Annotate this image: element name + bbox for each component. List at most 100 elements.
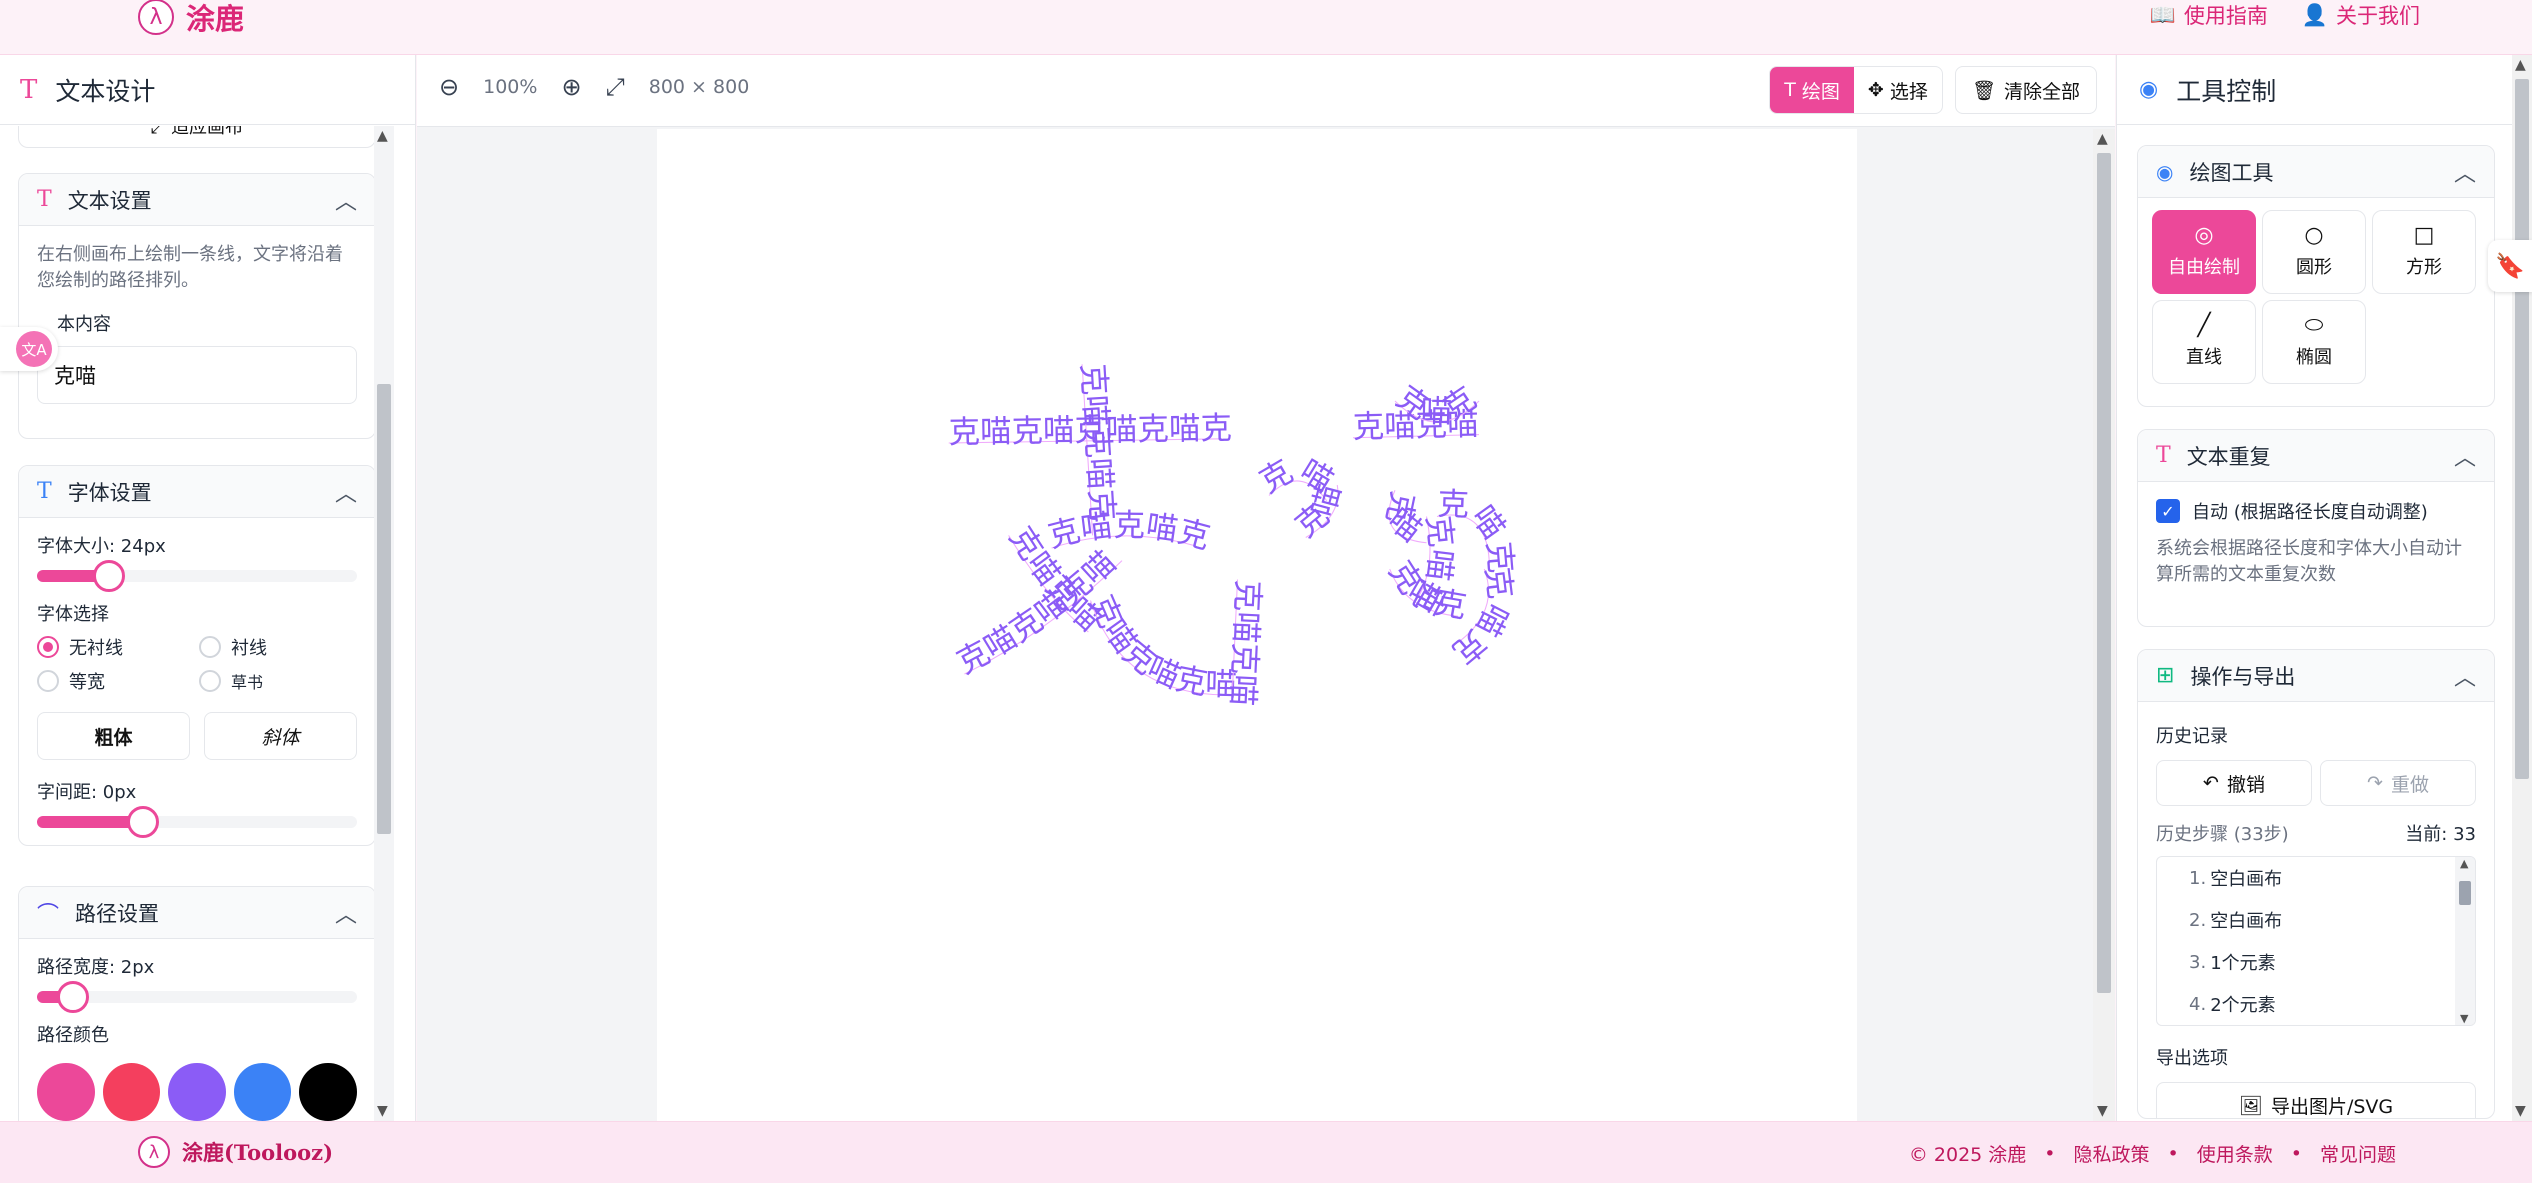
chevron-up-icon[interactable]: ︿ <box>2454 660 2476 692</box>
canvas-scrollbar-thumb[interactable] <box>2097 153 2111 993</box>
history-item-label: 1个元素 <box>2210 953 2276 974</box>
bold-button[interactable]: 粗体 <box>37 712 190 760</box>
square-tool[interactable]: □ 方形 <box>2372 210 2476 294</box>
fit-canvas-button[interactable]: ⤢ 适应画布 <box>19 126 375 139</box>
font-size-slider[interactable] <box>37 560 357 592</box>
chevron-up-icon[interactable]: ︿ <box>2454 156 2476 188</box>
zoom-out-icon[interactable]: ⊖ <box>439 73 459 101</box>
fullscreen-icon[interactable]: ⤢ <box>606 73 625 101</box>
eye-icon: ◎ <box>2194 223 2214 248</box>
draw-tools-header[interactable]: ◉ 绘图工具 ︿ <box>2138 146 2494 198</box>
path-settings-header[interactable]: ⌒ 路径设置 ︿ <box>19 887 375 939</box>
color-swatch-rose[interactable] <box>102 1063 161 1121</box>
undo-button[interactable]: ↶ 撤销 <box>2156 760 2312 806</box>
scroll-up-icon[interactable]: ▲ <box>2097 131 2108 147</box>
about-link[interactable]: 👤 关于我们 <box>2302 0 2420 30</box>
bookmark-widget[interactable]: 🔖 <box>2488 240 2532 292</box>
history-scrollbar[interactable]: ▲ ▼ <box>2455 857 2475 1025</box>
translate-widget[interactable]: 文A <box>0 327 58 371</box>
font-family-radios: 无衬线 衬线 等宽 草书 <box>37 634 357 694</box>
chevron-up-icon[interactable]: ︿ <box>335 184 357 216</box>
list-item[interactable]: 3. 1个元素 <box>2157 941 2475 983</box>
right-panel: ◉ 工具控制 ◉ 绘图工具 ︿ ◎ 自由绘制 ○ 圆形 □ 方形 ╱ 直线 ⬭ … <box>2116 55 2512 1121</box>
ops-export-header[interactable]: ⊞ 操作与导出 ︿ <box>2138 650 2494 702</box>
left-panel-scroll-area: ⤢ 适应画布 T 文本设置 ︿ 在右侧画布上绘制一条线，文字将沿着您绘制的路径排… <box>0 126 394 1121</box>
font-mono-radio[interactable]: 等宽 <box>37 668 199 694</box>
letter-spacing-slider-handle[interactable] <box>127 806 159 838</box>
scroll-up-icon[interactable]: ▲ <box>2460 857 2468 870</box>
move-icon: ✥ <box>1867 79 1884 101</box>
italic-button[interactable]: 斜体 <box>204 712 357 760</box>
auto-repeat-checkbox[interactable]: ✓ 自动 (根据路径长度自动调整) <box>2156 498 2476 524</box>
list-item[interactable]: 4. 2个元素 <box>2157 983 2475 1025</box>
list-item[interactable]: 2. 空白画布 <box>2157 899 2475 941</box>
scroll-down-icon[interactable]: ▼ <box>2097 1103 2108 1119</box>
path-width-slider[interactable] <box>37 981 357 1013</box>
text-settings-card: T 文本设置 ︿ 在右侧画布上绘制一条线，文字将沿着您绘制的路径排列。 本内容 … <box>18 173 376 439</box>
color-swatch-blue[interactable] <box>233 1063 292 1121</box>
color-swatch-black[interactable] <box>299 1063 357 1121</box>
clear-all-button[interactable]: 🗑 清除全部 <box>1954 66 2097 114</box>
chevron-up-icon[interactable]: ︿ <box>2454 440 2476 472</box>
text-settings-header[interactable]: T 文本设置 ︿ <box>19 174 375 226</box>
about-link-label: 关于我们 <box>2336 4 2420 28</box>
left-scrollbar-thumb[interactable] <box>377 384 391 834</box>
path-color-swatches <box>37 1063 357 1121</box>
text-content-input[interactable]: 克喵 <box>37 346 357 404</box>
chevron-up-icon[interactable]: ︿ <box>335 476 357 508</box>
history-steps-count: 历史步骤 (33步) <box>2156 824 2289 845</box>
color-swatch-pink[interactable] <box>37 1063 95 1121</box>
font-mono-label: 等宽 <box>69 672 105 693</box>
history-item-number: 4. <box>2189 993 2207 1015</box>
right-scrollbar-thumb[interactable] <box>2515 79 2529 779</box>
draw-mode-button[interactable]: T 绘图 <box>1770 67 1854 113</box>
font-serif-radio[interactable]: 衬线 <box>199 634 361 660</box>
canvas-scrollbar[interactable]: ▲ ▼ <box>2093 129 2115 1121</box>
text-repeat-header[interactable]: T 文本重复 ︿ <box>2138 430 2494 482</box>
font-settings-header[interactable]: T 字体设置 ︿ <box>19 466 375 518</box>
right-panel-scrollbar[interactable]: ▲ ▼ <box>2512 55 2532 1121</box>
footer-brand[interactable]: λ 涂鹿(Toolooz) <box>138 1136 333 1168</box>
footer-links: © 2025 涂鹿 • 隐私政策 • 使用条款 • 常见问题 <box>1909 1140 2396 1167</box>
text-repeat-description: 系统会根据路径长度和字体大小自动计算所需的文本重复次数 <box>2156 538 2462 585</box>
font-size-slider-handle[interactable] <box>93 560 125 592</box>
color-swatch-purple[interactable] <box>168 1063 226 1121</box>
brand[interactable]: λ 涂鹿 <box>138 0 244 38</box>
font-cursive-radio[interactable]: 草书 <box>199 668 361 694</box>
scroll-down-icon[interactable]: ▼ <box>2515 1103 2526 1119</box>
privacy-link[interactable]: 隐私政策 <box>2074 1140 2150 1167</box>
select-mode-button[interactable]: ✥ 选择 <box>1854 67 1942 113</box>
ellipse-tool[interactable]: ⬭ 椭圆 <box>2262 300 2366 384</box>
terms-link[interactable]: 使用条款 <box>2197 1140 2273 1167</box>
history-item-label: 空白画布 <box>2210 869 2283 890</box>
path-width-slider-handle[interactable] <box>57 981 89 1013</box>
scroll-down-icon[interactable]: ▼ <box>377 1103 388 1119</box>
redo-button[interactable]: ↷ 重做 <box>2320 760 2476 806</box>
ellipse-icon: ⬭ <box>2304 313 2324 338</box>
line-tool[interactable]: ╱ 直线 <box>2152 300 2256 384</box>
free-draw-tool[interactable]: ◎ 自由绘制 <box>2152 210 2256 294</box>
path-text: 克喵克喵克喵克喵克喵克喵克喵克喵 <box>791 226 1483 430</box>
fit-canvas-label: 适应画布 <box>171 126 244 138</box>
font-sans-radio[interactable]: 无衬线 <box>37 634 199 660</box>
zoom-in-icon[interactable]: ⊕ <box>561 73 581 101</box>
circle-tool[interactable]: ○ 圆形 <box>2262 210 2366 294</box>
guide-link[interactable]: 📖 使用指南 <box>2150 0 2268 30</box>
history-scrollbar-thumb[interactable] <box>2459 881 2471 905</box>
path-text: 克喵克喵克喵克喵克喵克喵克喵克喵 <box>791 226 1119 522</box>
scroll-up-icon[interactable]: ▲ <box>377 128 388 144</box>
letter-spacing-slider[interactable] <box>37 806 357 838</box>
text-icon: T <box>1784 79 1796 101</box>
font-family-label: 字体选择 <box>37 604 109 625</box>
list-item[interactable]: 1. 空白画布 <box>2157 857 2475 899</box>
drawing-canvas[interactable]: 克喵克喵克喵克喵克喵克喵克喵克喵 克喵克喵克喵克喵克喵克喵克喵克喵 克喵克喵克喵克喵… <box>657 129 1857 1121</box>
left-panel-scrollbar[interactable]: ▲ ▼ <box>374 126 394 1121</box>
export-button[interactable]: 🖼 导出图片/SVG <box>2156 1082 2476 1118</box>
bookmark-icon: 🔖 <box>2495 252 2525 280</box>
scroll-down-icon[interactable]: ▼ <box>2460 1012 2468 1025</box>
chevron-up-icon[interactable]: ︿ <box>335 897 357 929</box>
scroll-up-icon[interactable]: ▲ <box>2515 57 2526 73</box>
history-label: 历史记录 <box>2156 726 2228 747</box>
faq-link[interactable]: 常见问题 <box>2320 1140 2396 1167</box>
footer: λ 涂鹿(Toolooz) © 2025 涂鹿 • 隐私政策 • 使用条款 • … <box>0 1121 2532 1183</box>
